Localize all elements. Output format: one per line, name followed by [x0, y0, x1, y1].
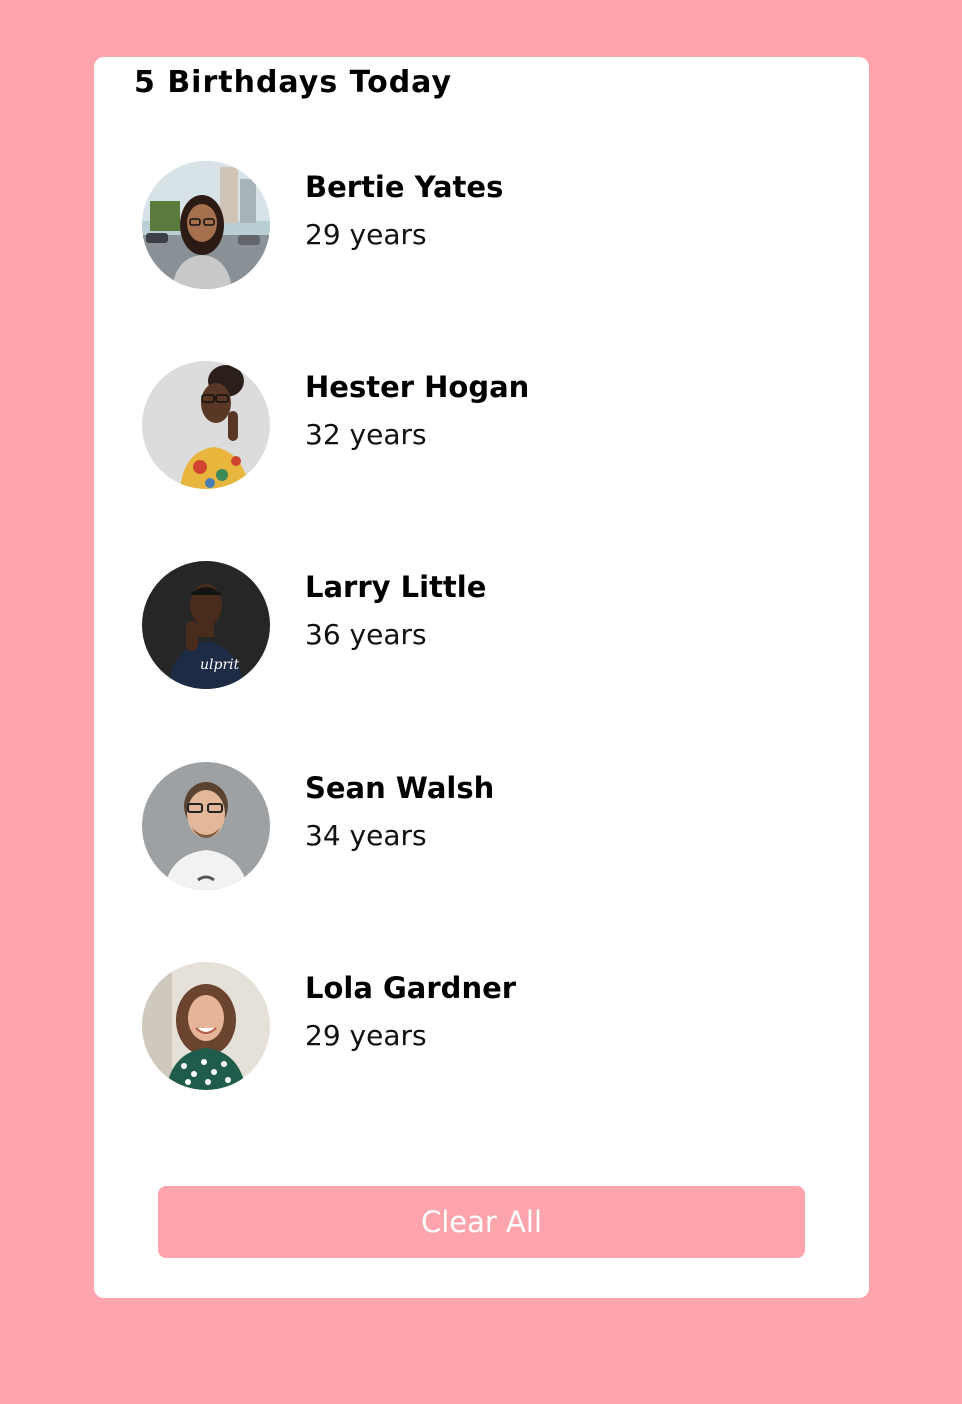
card-title: 5 Birthdays Today [134, 65, 453, 100]
person-name: Lola Gardner [305, 971, 517, 1005]
avatar [142, 762, 270, 890]
list-item: Sean Walsh 34 years [142, 762, 822, 890]
avatar [142, 361, 270, 489]
avatar-photo [142, 762, 270, 890]
list-item: Hester Hogan 32 years [142, 361, 822, 489]
person-age: 34 years [305, 819, 427, 852]
avatar-photo [142, 161, 270, 289]
avatar [142, 161, 270, 289]
person-name: Hester Hogan [305, 370, 530, 404]
list-item: Lola Gardner 29 years [142, 962, 822, 1090]
person-age: 32 years [305, 418, 427, 451]
person-age: 29 years [305, 218, 427, 251]
person-name: Sean Walsh [305, 771, 495, 805]
person-age: 29 years [305, 1019, 427, 1052]
list-item: Bertie Yates 29 years [142, 161, 822, 289]
avatar-photo: ulprit [142, 561, 270, 689]
birthday-card: 5 Birthdays Today Bertie Yates 29 years … [94, 57, 869, 1298]
person-name: Bertie Yates [305, 170, 504, 204]
list-item: ulprit Larry Little 36 years [142, 561, 822, 689]
avatar-photo [142, 361, 270, 489]
person-name: Larry Little [305, 570, 487, 604]
avatar: ulprit [142, 561, 270, 689]
svg-text:ulprit: ulprit [200, 657, 240, 673]
person-age: 36 years [305, 618, 427, 651]
clear-all-button[interactable]: Clear All [158, 1186, 805, 1258]
avatar [142, 962, 270, 1090]
avatar-photo [142, 962, 270, 1090]
